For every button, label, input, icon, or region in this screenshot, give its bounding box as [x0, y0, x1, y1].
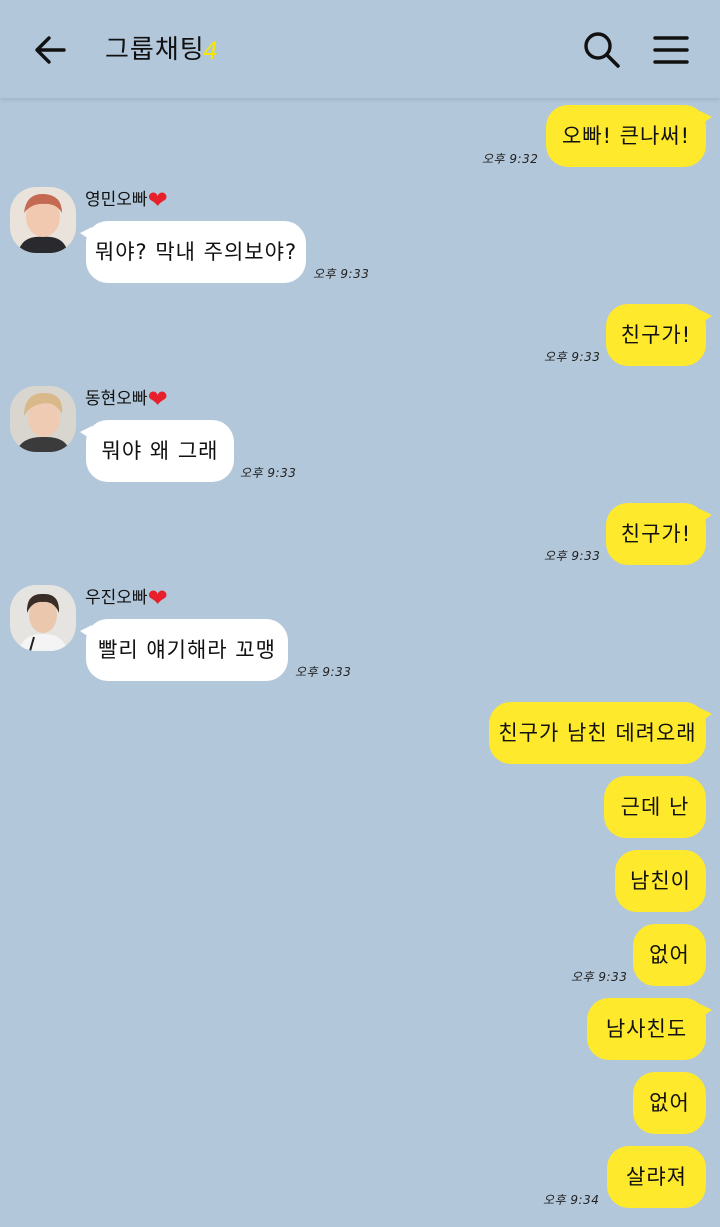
avatar-donghyun[interactable] — [10, 386, 76, 452]
message-time: 오후 9:33 — [544, 549, 601, 563]
chat-header: 그룹채팅 4 — [0, 0, 720, 98]
my-message[interactable]: 없어 — [633, 1072, 706, 1134]
heart-icon: ❤ — [147, 584, 168, 612]
menu-icon[interactable] — [650, 30, 692, 70]
message-time: 오후 9:33 — [571, 970, 628, 984]
message-time: 오후 9:33 — [544, 350, 601, 364]
my-message[interactable]: 친구가! — [606, 503, 712, 565]
their-message[interactable]: 빨리 얘기해라 꼬맹 — [80, 619, 288, 681]
message-list[interactable]: 오빠! 큰나써! 오후 9:32 영민오빠❤ 뭐야? 막내 주의보야? 오후 9… — [0, 98, 720, 1227]
avatar-woojin[interactable] — [10, 585, 76, 651]
message-time: 오후 9:34 — [543, 1193, 600, 1207]
search-icon[interactable] — [580, 28, 622, 70]
their-message[interactable]: 뭐야? 막내 주의보야? — [80, 221, 306, 283]
message-time: 오후 9:32 — [482, 152, 539, 166]
my-message[interactable]: 없어 — [633, 924, 706, 986]
sender-name-text: 우진오빠 — [85, 588, 148, 608]
chat-title: 그룹채팅 — [105, 35, 205, 65]
sender-name: 영민오빠❤ — [85, 188, 168, 212]
message-time: 오후 9:33 — [295, 665, 352, 679]
sender-name: 동현오빠❤ — [85, 387, 168, 411]
heart-icon: ❤ — [147, 186, 168, 214]
my-message[interactable]: 남친이 — [615, 850, 706, 912]
their-message[interactable]: 뭐야 왜 그래 — [80, 420, 234, 482]
heart-icon: ❤ — [147, 385, 168, 413]
my-message[interactable]: 근데 난 — [604, 776, 706, 838]
back-arrow-icon[interactable] — [30, 30, 70, 70]
member-count: 4 — [203, 37, 219, 65]
my-message[interactable]: 친구가! — [606, 304, 712, 366]
my-message[interactable]: 남사친도 — [587, 998, 712, 1060]
sender-name: 우진오빠❤ — [85, 586, 168, 610]
my-message[interactable]: 오빠! 큰나써! — [546, 105, 712, 167]
my-message[interactable]: 친구가 남친 데려오래 — [489, 702, 712, 764]
my-message[interactable]: 살랴져 — [607, 1146, 706, 1208]
message-time: 오후 9:33 — [240, 466, 297, 480]
avatar-youngmin[interactable] — [10, 187, 76, 253]
sender-name-text: 동현오빠 — [85, 389, 148, 409]
sender-name-text: 영민오빠 — [85, 190, 148, 210]
message-time: 오후 9:33 — [313, 267, 370, 281]
